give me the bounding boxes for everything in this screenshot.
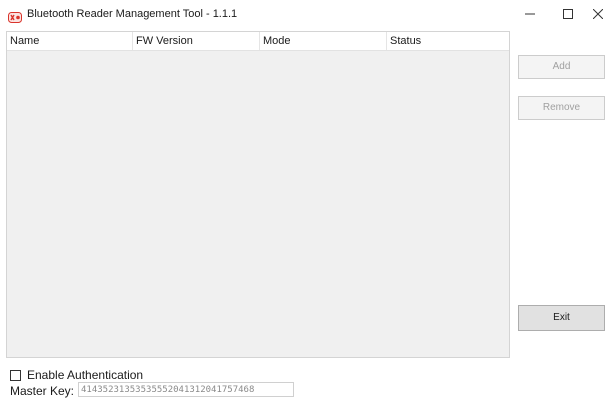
column-header-status[interactable]: Status: [387, 32, 509, 50]
list-header: Name FW Version Mode Status: [7, 32, 509, 51]
minimize-icon: [525, 6, 535, 24]
add-button[interactable]: Add: [518, 55, 605, 79]
master-key-label: Master Key:: [10, 384, 75, 398]
master-key-input[interactable]: [78, 382, 294, 397]
close-icon: [592, 6, 604, 24]
enable-authentication-checkbox[interactable]: [10, 369, 21, 381]
column-header-name[interactable]: Name: [7, 32, 133, 50]
bluetooth-reader-icon: [8, 10, 22, 23]
minimize-button[interactable]: [510, 0, 550, 30]
close-button[interactable]: [578, 0, 610, 30]
maximize-icon: [563, 6, 573, 24]
exit-button[interactable]: Exit: [518, 305, 605, 331]
column-header-mode[interactable]: Mode: [260, 32, 387, 50]
window-title: Bluetooth Reader Management Tool - 1.1.1: [27, 8, 238, 20]
remove-button[interactable]: Remove: [518, 96, 605, 120]
title-bar: Bluetooth Reader Management Tool - 1.1.1: [0, 0, 610, 30]
enable-authentication-row[interactable]: Enable Authentication: [10, 368, 143, 382]
column-header-fw-version[interactable]: FW Version: [133, 32, 260, 50]
enable-authentication-label: Enable Authentication: [27, 368, 144, 382]
reader-list[interactable]: Name FW Version Mode Status: [6, 31, 510, 358]
